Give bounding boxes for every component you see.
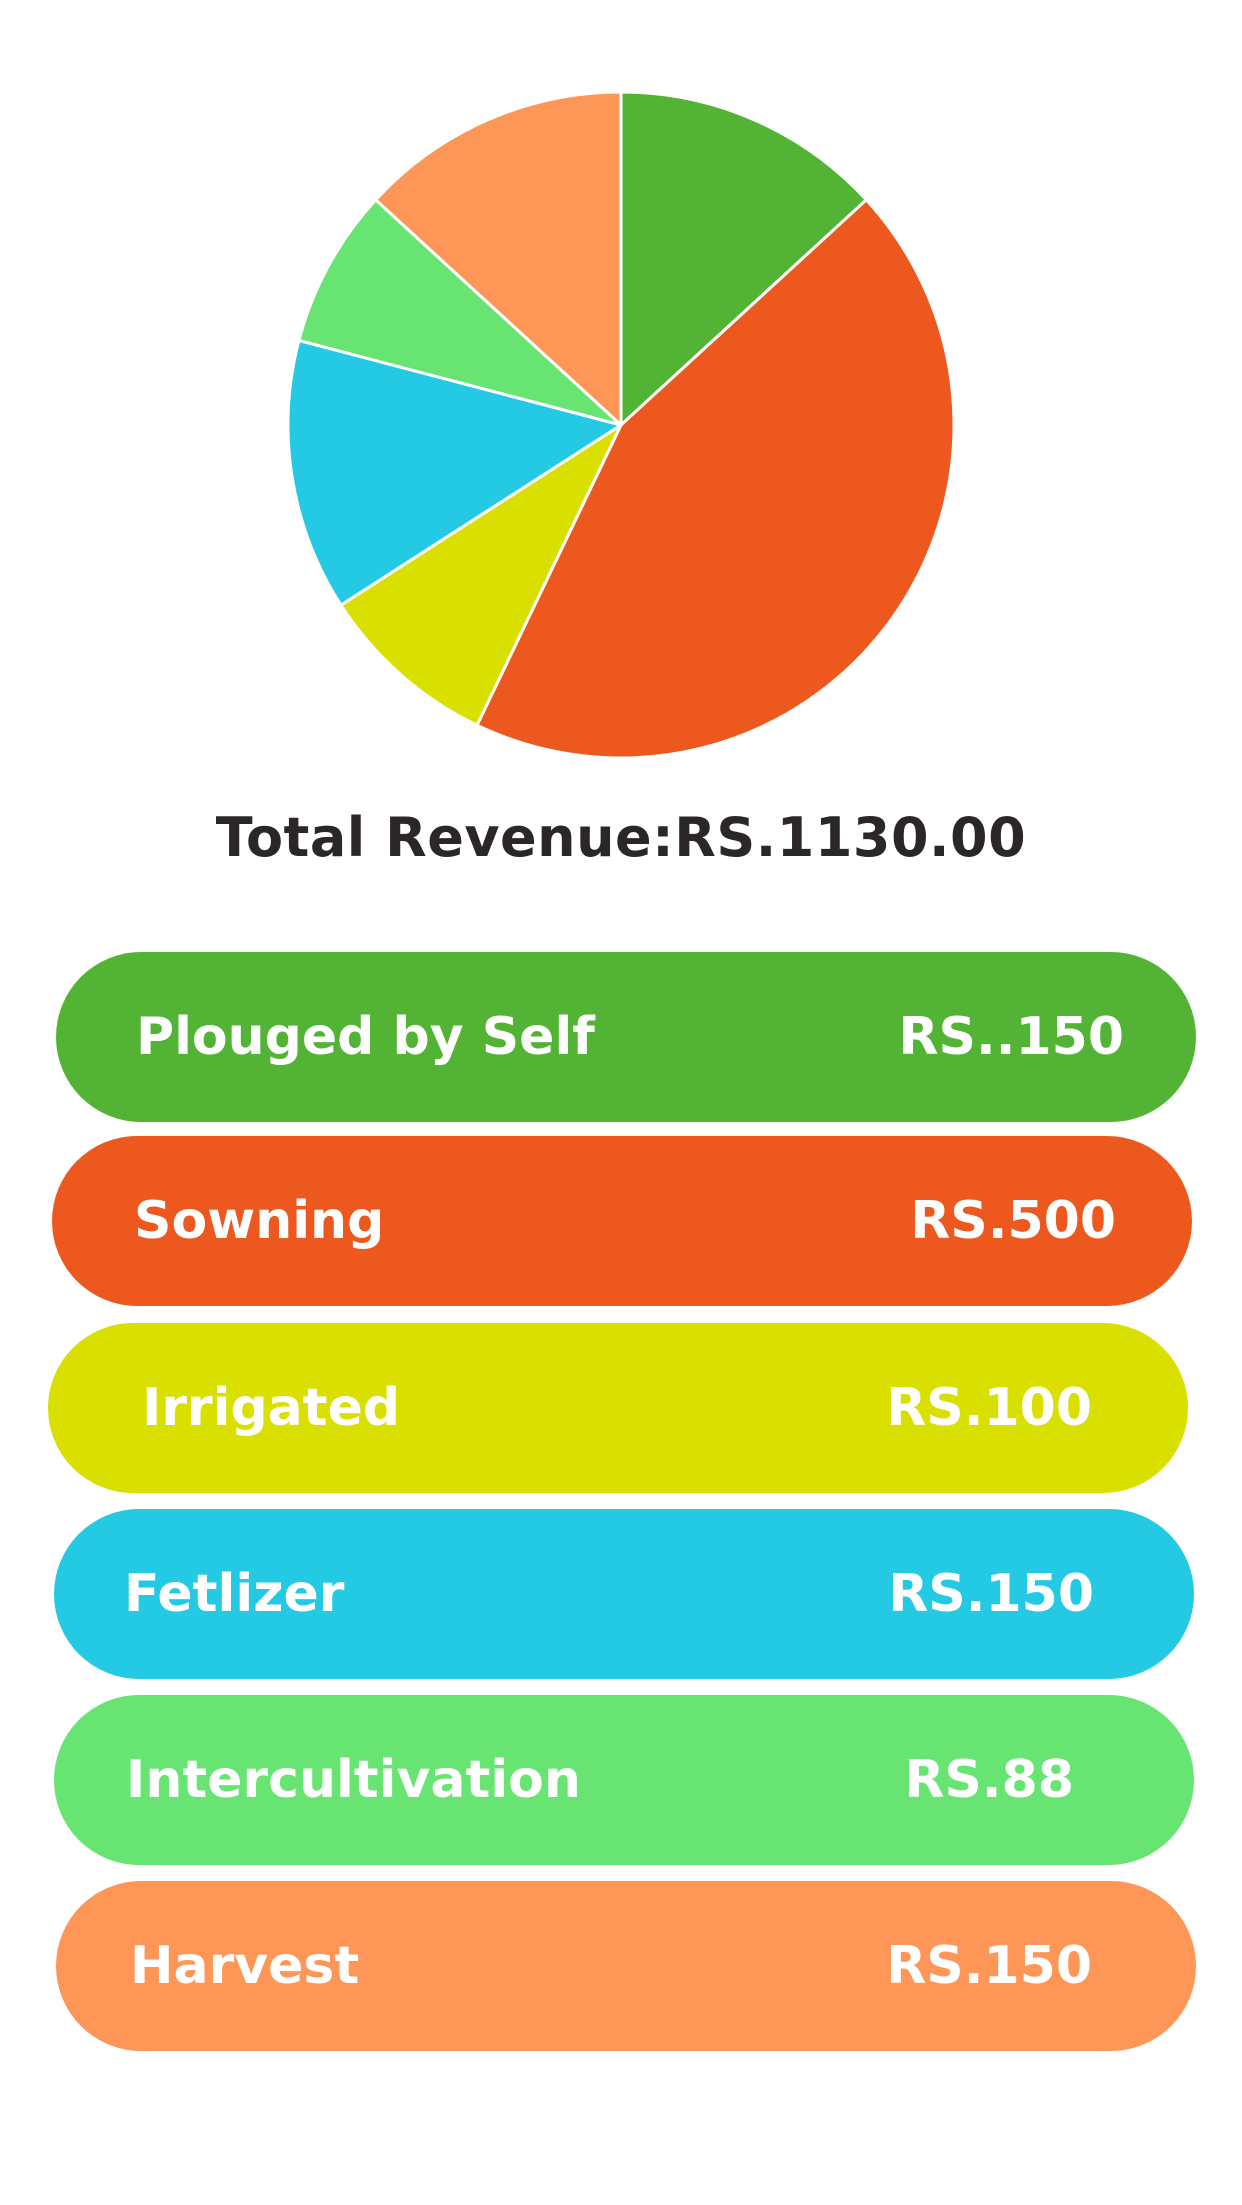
- row-label: Harvest: [130, 1936, 360, 1996]
- row-label: Fetlizer: [124, 1564, 345, 1624]
- row-label: Plouged by Self: [136, 1007, 595, 1067]
- row-label: Intercultivation: [126, 1750, 581, 1810]
- row-value: RS..150: [898, 1007, 1124, 1067]
- pie-chart: [0, 0, 1242, 800]
- revenue-row-irrigated[interactable]: Irrigated RS.100: [48, 1323, 1188, 1493]
- revenue-row-sowning[interactable]: Sowning RS.500: [52, 1136, 1192, 1306]
- row-value: RS.100: [886, 1378, 1092, 1438]
- revenue-row-plouged-by-self[interactable]: Plouged by Self RS..150: [56, 952, 1196, 1122]
- revenue-row-intercultivation[interactable]: Intercultivation RS.88: [54, 1695, 1194, 1865]
- row-value: RS.150: [888, 1564, 1094, 1624]
- row-label: Sowning: [134, 1191, 385, 1251]
- row-value: RS.150: [886, 1936, 1092, 1996]
- row-value: RS.500: [910, 1191, 1116, 1251]
- row-label: Irrigated: [142, 1378, 401, 1438]
- revenue-row-fetlizer[interactable]: Fetlizer RS.150: [54, 1509, 1194, 1679]
- total-revenue: Total Revenue:RS.1130.00: [215, 806, 1027, 869]
- row-value: RS.88: [904, 1750, 1074, 1810]
- pie-chart-svg: [286, 90, 956, 760]
- revenue-row-harvest[interactable]: Harvest RS.150: [56, 1881, 1196, 2051]
